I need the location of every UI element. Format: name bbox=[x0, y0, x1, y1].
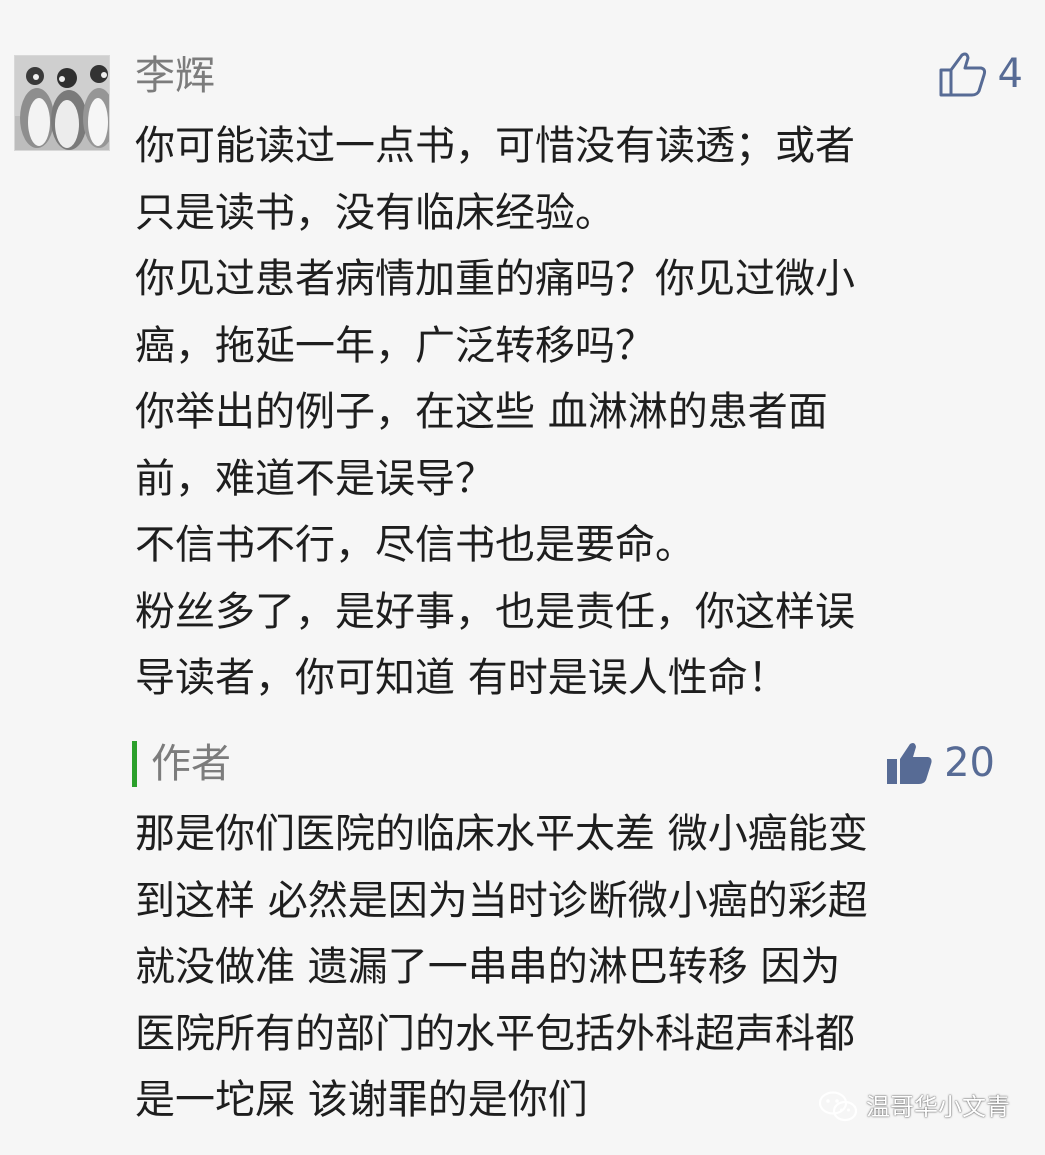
reply-line: 医院所有的部门的水平包括外科超声科都 bbox=[135, 1010, 855, 1057]
wechat-icon bbox=[818, 1091, 858, 1122]
penguins-avatar-image bbox=[15, 56, 109, 150]
comment-line: 你举出的例子，在这些 血淋淋的患者面 bbox=[135, 389, 828, 435]
reply-author-label: 作者 bbox=[151, 741, 231, 787]
thumbs-up-filled-icon bbox=[887, 743, 932, 784]
reply-like-button[interactable]: 20 bbox=[884, 737, 995, 789]
comment-line: 不信书不行，尽信书也是要命。 bbox=[135, 522, 695, 568]
comment-line: 你可能读过一点书，可惜没有读透；或者 bbox=[135, 123, 855, 169]
reply-line: 那是你们医院的临床水平太差 微小癌能变 bbox=[135, 811, 868, 857]
comment-line: 前，难道不是误导？ bbox=[135, 455, 495, 502]
account-watermark: 温哥华小文青 bbox=[818, 1087, 1010, 1127]
comment-line: 粉丝多了，是好事，也是责任，你这样误 bbox=[135, 588, 855, 635]
comment-line: 你见过患者病情加重的痛吗？你见过微小 bbox=[135, 256, 855, 302]
comment-line: 只是读书，没有临床经验。 bbox=[135, 189, 615, 236]
reply-indicator-bar bbox=[132, 741, 137, 787]
reply-body: 那是你们医院的临床水平太差 微小癌能变 到这样 必然是因为当时诊断微小癌的彩超 … bbox=[135, 801, 1015, 1134]
comment-like-button[interactable]: 4 bbox=[938, 48, 1023, 100]
thumbs-up-outline-icon bbox=[939, 52, 986, 97]
comment-line: 癌，拖延一年，广泛转移吗？ bbox=[135, 322, 655, 369]
comment-line: 导读者，你可知道 有时是误人性命！ bbox=[135, 655, 788, 701]
like-count: 4 bbox=[997, 51, 1023, 97]
comment-author-name[interactable]: 李辉 bbox=[135, 50, 215, 102]
reply-line: 就没做准 遗漏了一串串的淋巴转移 因为 bbox=[135, 944, 841, 990]
author-reply-header: 作者 bbox=[132, 738, 231, 790]
watermark-text: 温哥华小文青 bbox=[866, 1093, 1010, 1121]
reply-line: 到这样 必然是因为当时诊断微小癌的彩超 bbox=[135, 877, 868, 924]
comment-body: 你可能读过一点书，可惜没有读透；或者 只是读书，没有临床经验。 你见过患者病情加… bbox=[135, 113, 1015, 712]
like-count: 20 bbox=[944, 740, 995, 786]
avatar[interactable] bbox=[14, 55, 110, 151]
